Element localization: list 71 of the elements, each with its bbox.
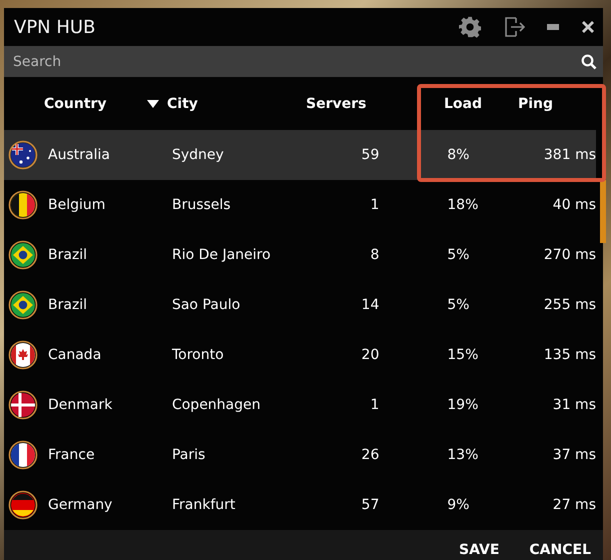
table-cell-text: 59 <box>360 147 380 163</box>
flag-icon <box>8 340 38 370</box>
table-cell-text: 270 ms <box>542 247 596 263</box>
table-cell-text: 19% <box>446 397 480 413</box>
column-header[interactable]: City <box>167 96 198 112</box>
exit-icon[interactable] <box>503 16 525 38</box>
table-cell-text: 14 <box>360 297 380 313</box>
table-cell-text: Copenhagen <box>172 397 262 413</box>
column-header[interactable]: Servers <box>306 96 366 112</box>
column-header[interactable]: Ping <box>518 96 554 112</box>
flag-icon <box>8 290 38 320</box>
table-cell-text: 27 ms <box>552 497 596 513</box>
flag-icon <box>8 390 38 420</box>
table-cell-text: 5% <box>446 247 470 263</box>
table-cell-text: France <box>47 447 96 463</box>
table-cell-text: 8% <box>446 147 470 163</box>
table-cell-text: Sao Paulo <box>172 297 242 313</box>
table-cell-text: 1 <box>369 397 380 413</box>
flag-icon <box>8 490 38 520</box>
table-cell-text: Sydney <box>172 147 225 163</box>
settings-icon[interactable] <box>459 16 481 38</box>
table-cell-text: Belgium <box>47 197 106 213</box>
table-cell-text: 26 <box>360 447 380 463</box>
table-cell-text: 13% <box>446 447 480 463</box>
table-cell-text: Brussels <box>172 197 232 213</box>
table-row[interactable]: Canada Toronto 20 15% 135 ms <box>4 330 596 380</box>
table-row[interactable]: Germany Frankfurt 57 9% 27 ms <box>4 480 596 530</box>
table-row[interactable]: Belgium Brussels 1 18% 40 ms <box>4 180 596 230</box>
table-cell-text: Rio De Janeiro <box>172 247 272 263</box>
table-cell-text: 37 ms <box>552 447 596 463</box>
window-title: VPN HUB <box>14 16 96 38</box>
flag-icon <box>8 190 38 220</box>
cancel-button[interactable]: CANCEL <box>527 538 593 560</box>
table-row[interactable]: France Paris 26 13% 37 ms <box>4 430 596 480</box>
search-icon[interactable] <box>581 54 597 70</box>
table-cell-text: Brazil <box>47 247 88 263</box>
table-cell-text: Canada <box>47 347 102 363</box>
flag-icon <box>8 140 38 170</box>
save-button[interactable]: SAVE <box>457 538 502 560</box>
scrollbar-thumb[interactable] <box>600 180 606 243</box>
flag-icon <box>8 440 38 470</box>
table-cell-text: 40 ms <box>552 197 596 213</box>
table-cell-text: Frankfurt <box>172 497 236 513</box>
table-cell-text: 31 ms <box>552 397 596 413</box>
table-cell-text: Toronto <box>172 347 225 363</box>
table-cell-text: 20 <box>360 347 380 363</box>
search-field[interactable]: Search <box>4 46 603 77</box>
table-cell-text: 15% <box>446 347 480 363</box>
table-row[interactable]: Denmark Copenhagen 1 19% 31 ms <box>4 380 596 430</box>
table-cell-text: Brazil <box>47 297 88 313</box>
column-header[interactable]: Country <box>44 96 107 112</box>
column-header[interactable]: Load <box>444 96 482 112</box>
table-cell-text: 5% <box>446 297 470 313</box>
flag-icon <box>8 240 38 270</box>
table-row[interactable]: Brazil Rio De Janeiro 8 5% 270 ms <box>4 230 596 280</box>
table-cell-text: 9% <box>446 497 470 513</box>
table-cell-text: 8 <box>369 247 380 263</box>
table-row[interactable]: Brazil Sao Paulo 14 5% 255 ms <box>4 280 596 330</box>
table-cell-text: Germany <box>47 497 114 513</box>
table-cell-text: 135 ms <box>542 347 596 363</box>
close-icon[interactable] <box>581 20 595 34</box>
table-cell-text: 18% <box>446 197 480 213</box>
table-cell-text: 1 <box>369 197 380 213</box>
table-cell-text: Paris <box>172 447 206 463</box>
table-cell-text: Australia <box>47 147 111 163</box>
table-cell-text: 381 ms <box>542 147 596 163</box>
table-cell-text: Denmark <box>47 397 114 413</box>
table-cell-text: 57 <box>360 497 380 513</box>
table-cell-text: 255 ms <box>542 297 596 313</box>
sort-icon[interactable] <box>147 100 159 108</box>
table-row[interactable]: Australia Sydney 59 8% 381 ms <box>4 130 596 180</box>
